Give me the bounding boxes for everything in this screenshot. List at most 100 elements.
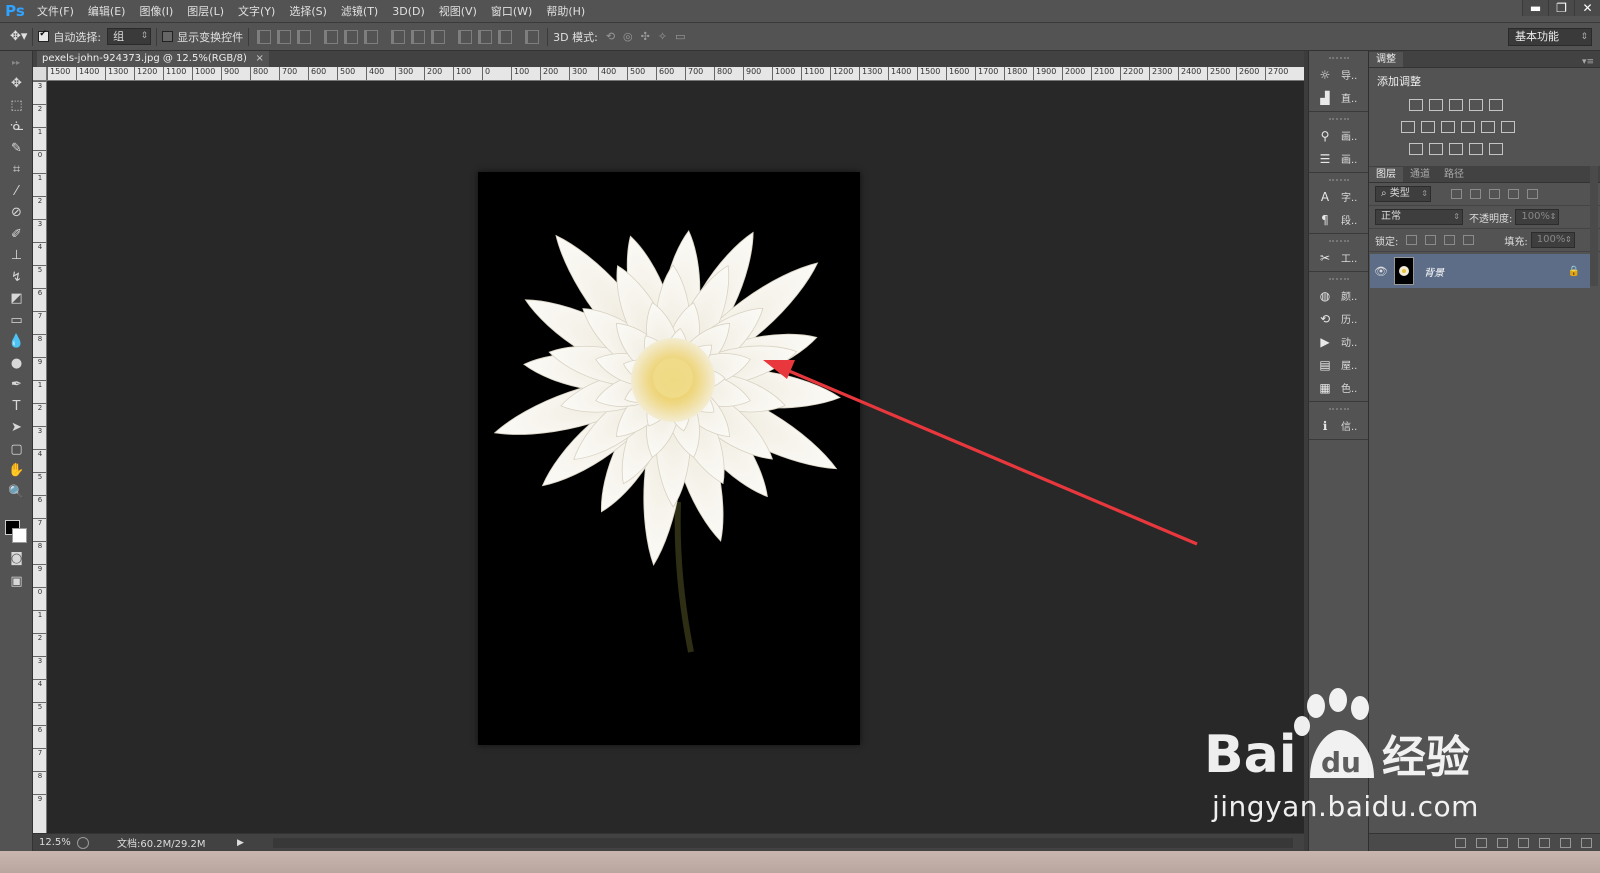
close-button[interactable]: ✕ (1574, 0, 1600, 16)
menu-item[interactable]: 窗口(W) (484, 0, 539, 23)
auto-select-dropdown[interactable]: 组 (107, 28, 152, 45)
auto-select-checkbox[interactable] (38, 29, 50, 42)
exposure-icon[interactable] (1469, 99, 1483, 111)
hue-saturation-icon[interactable] (1401, 121, 1415, 133)
align-right-icon[interactable] (364, 29, 379, 44)
lock-all-icon[interactable] (1463, 235, 1475, 245)
black-white-icon[interactable] (1441, 121, 1455, 133)
menu-item[interactable]: 编辑(E) (81, 0, 133, 23)
gradient-tool-icon[interactable]: ▭ (0, 310, 33, 332)
posterize-icon[interactable] (1429, 143, 1443, 155)
panel-group-grip[interactable] (1309, 404, 1368, 414)
lasso-tool-icon[interactable]: ᓍ (0, 116, 33, 138)
dodge-tool-icon[interactable]: ● (0, 353, 33, 375)
collapsed-panel-button[interactable]: ▤ 屋.. (1309, 353, 1368, 376)
collapsed-panel-button[interactable]: ✂ 工.. (1309, 246, 1368, 269)
menu-item[interactable]: 视图(V) (432, 0, 484, 23)
collapsed-panel-button[interactable]: ▦ 色.. (1309, 376, 1368, 399)
type-tool-icon[interactable]: T (0, 396, 33, 418)
ruler-origin[interactable] (33, 67, 47, 81)
levels-icon[interactable] (1429, 99, 1443, 111)
menu-item[interactable]: 选择(S) (282, 0, 334, 23)
selective-color-icon[interactable] (1469, 143, 1483, 155)
panel-menu-icon[interactable]: ▾≡ (1582, 57, 1600, 67)
auto-align-icon[interactable] (525, 29, 540, 44)
distribute-hcenter-icon[interactable] (478, 29, 493, 44)
3d-slide-icon[interactable]: ✧ (658, 30, 667, 43)
new-adjustment-icon[interactable] (1518, 837, 1529, 848)
clone-stamp-tool-icon[interactable]: ⊥ (0, 245, 33, 267)
channel-mixer-icon[interactable] (1481, 121, 1495, 133)
show-transform-checkbox[interactable] (162, 31, 174, 42)
zoom-tool-icon[interactable]: 🔍 (0, 482, 33, 504)
screen-mode-icon[interactable]: ▣ (0, 571, 33, 593)
background-color-swatch[interactable] (12, 528, 27, 543)
opacity-input[interactable]: 100% (1515, 209, 1560, 225)
align-left-icon[interactable] (324, 29, 339, 44)
status-info-icon[interactable] (77, 836, 89, 849)
status-menu-arrow[interactable]: ▶ (237, 838, 244, 848)
align-bottom-icon[interactable] (297, 29, 312, 44)
panel-scrollbar[interactable] (1590, 166, 1598, 286)
menu-item[interactable]: 帮助(H) (539, 0, 592, 23)
tab-layers-panel[interactable]: 通道 (1403, 167, 1437, 182)
vertical-ruler[interactable]: 3 2 1 0 1 2 3 4 5 6 7 8 9 1 2 3 4 5 6 7 8 9 0 1 2 3 4 5 6 7 8 9 (33, 81, 47, 833)
align-top-icon[interactable] (257, 29, 272, 44)
minimize-button[interactable]: ▬ (1522, 0, 1548, 16)
brush-tool-icon[interactable]: ✐ (0, 224, 33, 246)
quick-select-tool-icon[interactable]: ✎ (0, 138, 33, 160)
history-brush-tool-icon[interactable]: ↯ (0, 267, 33, 289)
curves-icon[interactable] (1449, 99, 1463, 111)
close-tab-icon[interactable]: × (256, 51, 264, 67)
filter-adjustment-icon[interactable] (1470, 189, 1481, 199)
panel-group-grip[interactable] (1309, 53, 1368, 63)
distribute-top-icon[interactable] (391, 29, 406, 44)
crop-tool-icon[interactable]: ⌗ (0, 159, 33, 181)
layer-filter-kind[interactable]: ⌕ 类型 (1375, 186, 1431, 202)
layer-row-background[interactable]: 👁 背景 🔒 (1370, 254, 1590, 288)
3d-roll-icon[interactable]: ◎ (623, 30, 633, 43)
distribute-bottom-icon[interactable] (431, 29, 446, 44)
color-balance-icon[interactable] (1421, 121, 1435, 133)
delete-layer-icon[interactable] (1581, 837, 1592, 848)
hand-tool-icon[interactable]: ✋ (0, 460, 33, 482)
threshold-icon[interactable] (1449, 143, 1463, 155)
collapsed-panel-button[interactable]: ¶ 段.. (1309, 208, 1368, 231)
collapsed-panel-button[interactable]: ⟲ 历.. (1309, 307, 1368, 330)
collapsed-panel-button[interactable]: ⚲ 画.. (1309, 124, 1368, 147)
color-lookup-icon[interactable] (1501, 121, 1515, 133)
brightness-contrast-icon[interactable] (1409, 99, 1423, 111)
lock-position-icon[interactable] (1444, 235, 1456, 245)
menu-item[interactable]: 3D(D) (385, 0, 432, 23)
3d-drag-icon[interactable]: ✣ (641, 30, 650, 43)
align-hcenter-icon[interactable] (344, 29, 359, 44)
filter-type-icon[interactable] (1489, 189, 1500, 199)
healing-brush-tool-icon[interactable]: ⊘ (0, 202, 33, 224)
menu-item[interactable]: 图像(I) (132, 0, 180, 23)
quick-mask-icon[interactable]: ◙ (0, 548, 33, 570)
collapsed-panel-button[interactable]: ◍ 颜.. (1309, 284, 1368, 307)
zoom-level[interactable]: 12.5% (33, 837, 77, 848)
collapsed-panel-button[interactable]: ℹ 信.. (1309, 414, 1368, 437)
eraser-tool-icon[interactable]: ◩ (0, 288, 33, 310)
menu-item[interactable]: 文件(F) (30, 0, 81, 23)
layer-lock-icon[interactable]: 🔒 (1568, 266, 1580, 277)
filter-pixel-icon[interactable] (1451, 189, 1462, 199)
eyedropper-tool-icon[interactable]: ⁄ (0, 181, 33, 203)
gradient-map-icon[interactable] (1489, 143, 1503, 155)
move-tool-preset-icon[interactable]: ✥▾ (10, 29, 27, 44)
vibrance-icon[interactable] (1489, 99, 1503, 111)
filter-shape-icon[interactable] (1508, 189, 1519, 199)
visibility-eye-icon[interactable]: 👁 (1370, 265, 1392, 278)
panel-group-grip[interactable] (1309, 175, 1368, 185)
horizontal-scrollbar[interactable] (273, 838, 1293, 848)
layer-name[interactable]: 背景 (1424, 264, 1444, 279)
collapsed-panel-button[interactable]: ☼ 导.. (1309, 63, 1368, 86)
toolbar-grip[interactable]: ▸▸ (0, 51, 32, 73)
add-mask-icon[interactable] (1497, 837, 1508, 848)
tab-adjustments[interactable]: 调整 (1369, 52, 1403, 67)
distribute-right-icon[interactable] (498, 29, 513, 44)
blur-tool-icon[interactable]: 💧 (0, 331, 33, 353)
tab-layers-panel[interactable]: 图层 (1369, 167, 1403, 182)
distribute-vcenter-icon[interactable] (411, 29, 426, 44)
